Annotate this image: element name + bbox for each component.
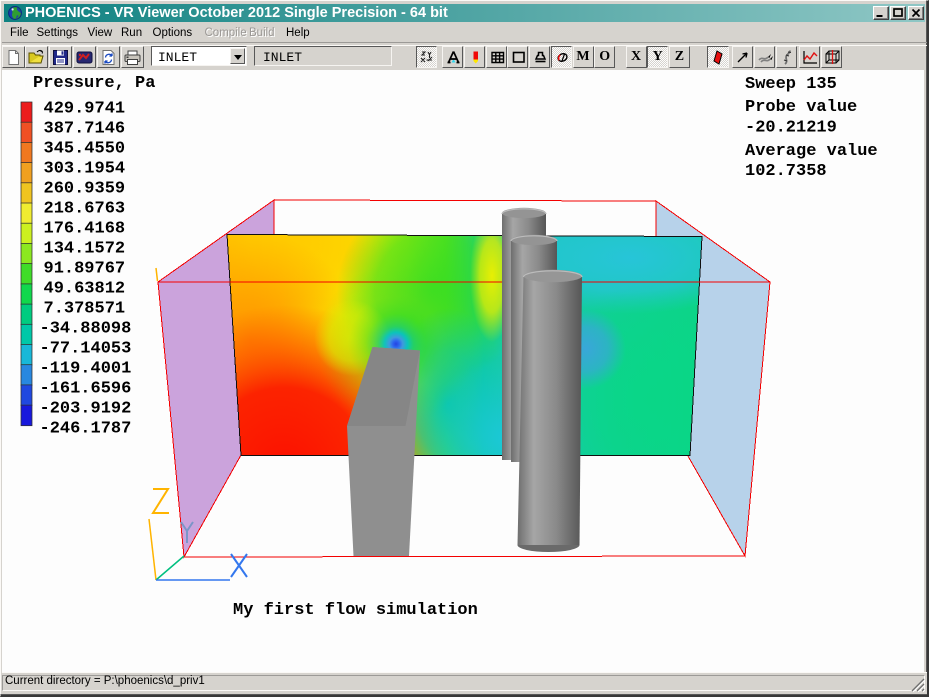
svg-text:345.4550: 345.4550 bbox=[44, 139, 126, 158]
svg-text:Probe value: Probe value bbox=[745, 98, 857, 117]
svg-text:-161.6596: -161.6596 bbox=[40, 380, 132, 399]
svg-text:Average value: Average value bbox=[745, 142, 878, 161]
svg-text:429.9741: 429.9741 bbox=[44, 99, 126, 118]
svg-text:49.63812: 49.63812 bbox=[44, 280, 126, 299]
svg-text:My first flow simulation: My first flow simulation bbox=[233, 601, 478, 620]
svg-text:-203.9192: -203.9192 bbox=[40, 400, 132, 419]
svg-text:134.1572: 134.1572 bbox=[44, 239, 126, 258]
svg-text:176.4168: 176.4168 bbox=[44, 219, 126, 238]
svg-text:387.7146: 387.7146 bbox=[44, 119, 126, 138]
svg-text:91.89767: 91.89767 bbox=[44, 260, 126, 279]
svg-text:-77.14053: -77.14053 bbox=[40, 340, 132, 359]
svg-text:Sweep 135: Sweep 135 bbox=[745, 75, 837, 94]
svg-text:Pressure, Pa: Pressure, Pa bbox=[33, 74, 155, 93]
svg-text:260.9359: 260.9359 bbox=[44, 179, 126, 198]
svg-text:303.1954: 303.1954 bbox=[44, 159, 126, 178]
svg-text:-34.88098: -34.88098 bbox=[40, 320, 132, 339]
svg-text:-20.21219: -20.21219 bbox=[745, 119, 837, 138]
svg-text:102.7358: 102.7358 bbox=[745, 162, 827, 181]
svg-text:218.6763: 218.6763 bbox=[44, 199, 126, 218]
svg-text:-246.1787: -246.1787 bbox=[40, 420, 132, 439]
svg-text:-119.4001: -119.4001 bbox=[40, 360, 132, 379]
svg-text:7.378571: 7.378571 bbox=[44, 300, 126, 319]
